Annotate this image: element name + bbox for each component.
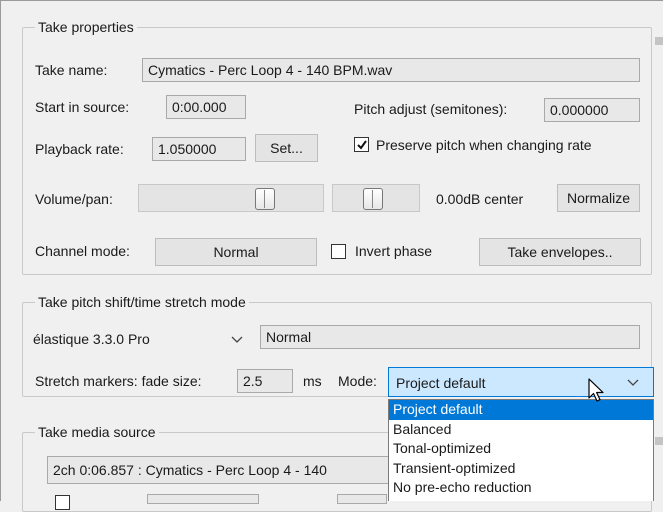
- chevron-down-icon: [231, 336, 243, 343]
- resize-marker-top: [655, 37, 663, 45]
- take-envelopes-button[interactable]: Take envelopes..: [479, 238, 641, 266]
- section-start-field[interactable]: [147, 494, 259, 504]
- media-source-legend: Take media source: [35, 423, 159, 441]
- pan-slider[interactable]: [332, 184, 420, 212]
- volume-pan-label: Volume/pan:: [35, 191, 113, 207]
- stretch-algorithm-dropdown[interactable]: élastique 3.3.0 Pro: [33, 327, 253, 353]
- start-in-source-field[interactable]: 0:00.000: [166, 95, 246, 119]
- volume-pan-readout: 0.00dB center: [436, 191, 524, 207]
- pan-slider-thumb[interactable]: [363, 188, 383, 210]
- fade-size-unit: ms: [303, 373, 322, 389]
- mode-option-no-pre-echo-reduction[interactable]: No pre-echo reduction: [389, 478, 653, 498]
- take-name-label: Take name:: [35, 62, 108, 78]
- mouse-cursor-icon: [588, 378, 604, 402]
- fade-size-field[interactable]: 2.5: [237, 369, 293, 393]
- mode-dropdown[interactable]: Project default: [388, 367, 654, 397]
- invert-phase-label: Invert phase: [355, 243, 433, 259]
- chevron-down-icon: [627, 379, 639, 386]
- mode-label: Mode:: [338, 373, 377, 389]
- invert-phase-checkbox[interactable]: [331, 244, 346, 259]
- volume-slider-thumb[interactable]: [255, 188, 275, 210]
- pitch-adjust-field[interactable]: 0.000000: [544, 98, 640, 122]
- normalize-button[interactable]: Normalize: [557, 184, 640, 212]
- start-in-source-label: Start in source:: [35, 99, 130, 115]
- fade-size-label: Stretch markers: fade size:: [35, 373, 202, 389]
- resize-marker-bottom: [655, 437, 663, 445]
- preserve-pitch-label: Preserve pitch when changing rate: [376, 137, 592, 153]
- pitch-adjust-label: Pitch adjust (semitones):: [354, 101, 508, 117]
- playback-rate-field[interactable]: 1.050000: [152, 137, 246, 161]
- channel-mode-dropdown[interactable]: Normal: [155, 238, 317, 266]
- mode-dropdown-list[interactable]: Project default Balanced Tonal-optimized…: [388, 399, 654, 501]
- channel-mode-label: Channel mode:: [35, 243, 130, 259]
- checkmark-icon: [357, 140, 367, 150]
- mode-option-project-default[interactable]: Project default: [389, 400, 653, 420]
- section-checkbox[interactable]: [55, 495, 70, 510]
- pitch-shift-legend: Take pitch shift/time stretch mode: [35, 293, 249, 311]
- volume-slider[interactable]: [138, 184, 324, 212]
- take-properties-legend: Take properties: [35, 18, 137, 36]
- preserve-pitch-checkbox[interactable]: [354, 137, 369, 152]
- take-name-field[interactable]: Cymatics - Perc Loop 4 - 140 BPM.wav: [142, 58, 640, 82]
- mode-option-tonal-optimized[interactable]: Tonal-optimized: [389, 439, 653, 459]
- stretch-submode-field[interactable]: Normal: [260, 325, 640, 349]
- stretch-algorithm-value: élastique 3.3.0 Pro: [33, 331, 150, 347]
- mode-option-balanced[interactable]: Balanced: [389, 420, 653, 440]
- mode-option-transient-optimized[interactable]: Transient-optimized: [389, 459, 653, 479]
- media-source-field: 2ch 0:06.857 : Cymatics - Perc Loop 4 - …: [47, 456, 397, 484]
- mode-dropdown-value: Project default: [396, 375, 486, 391]
- section-length-field[interactable]: [337, 494, 387, 504]
- playback-rate-label: Playback rate:: [35, 141, 124, 157]
- set-rate-button[interactable]: Set...: [255, 134, 318, 162]
